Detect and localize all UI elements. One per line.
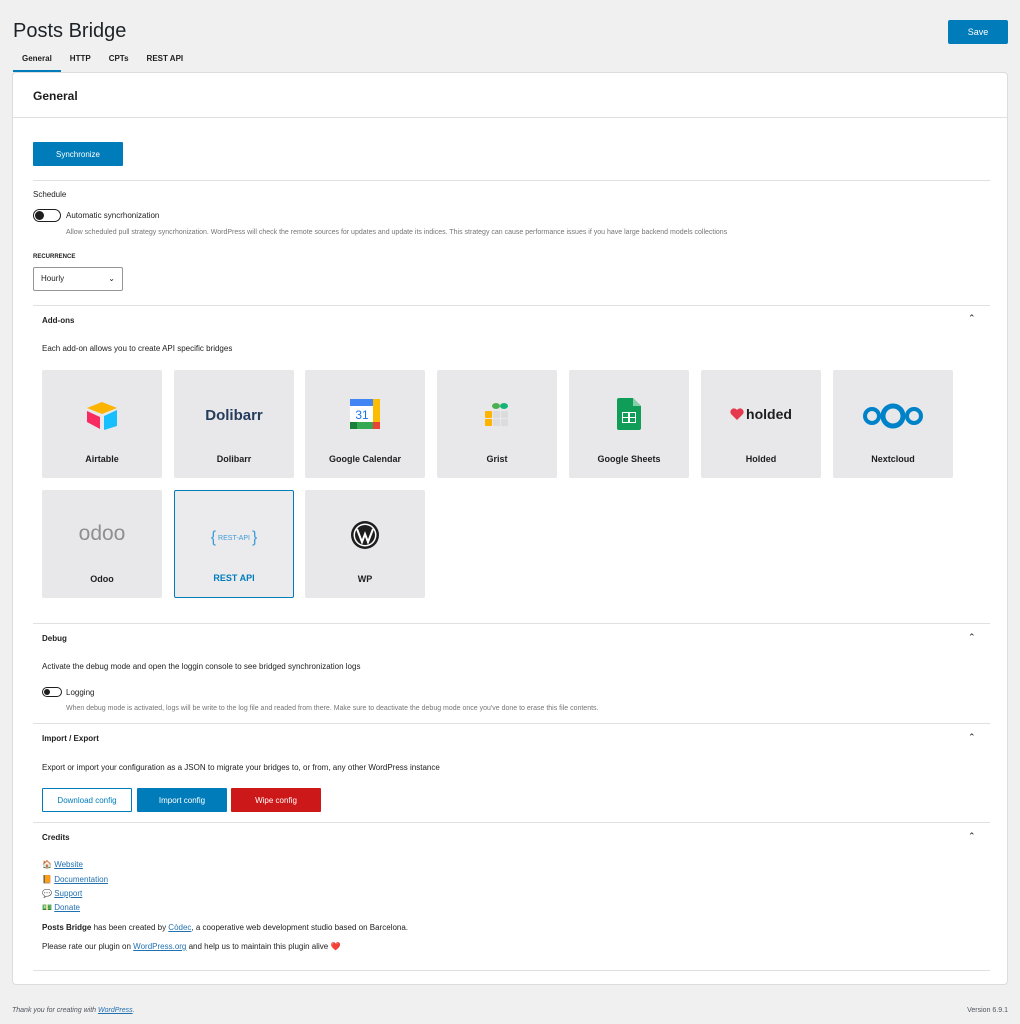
credits-link-support[interactable]: 💬 Support: [42, 889, 82, 898]
wordpress-icon: [305, 490, 425, 554]
addon-card-rest-api[interactable]: { REST-API } REST API: [174, 490, 294, 598]
recurrence-label: RECURRENCE: [33, 254, 76, 260]
toggle-knob: [35, 211, 44, 220]
schedule-heading: Schedule: [33, 190, 67, 199]
home-icon: 🏠: [42, 860, 52, 869]
addons-description: Each add-on allows you to create API spe…: [42, 344, 233, 353]
debug-description: Activate the debug mode and open the log…: [42, 662, 361, 671]
addon-label: Airtable: [85, 454, 119, 464]
tab-rest-api[interactable]: REST API: [138, 48, 193, 72]
addon-card-nextcloud[interactable]: Nextcloud: [833, 370, 953, 478]
toggle-knob: [44, 689, 50, 695]
dolibarr-logo: Dolibarr: [205, 407, 263, 424]
addon-label: Nextcloud: [871, 454, 915, 464]
chevron-up-icon[interactable]: ⌃: [968, 632, 976, 643]
logging-label: Logging: [66, 688, 95, 697]
grist-icon: [437, 370, 557, 434]
logging-toggle[interactable]: [42, 687, 62, 697]
addon-label: REST API: [213, 573, 255, 583]
auto-sync-help: Allow scheduled pull strategy syncrhoniz…: [66, 229, 728, 236]
chevron-down-icon: ⌄: [108, 274, 115, 283]
brace-icon: }: [251, 529, 258, 546]
chevron-up-icon[interactable]: ⌃: [968, 732, 976, 743]
page-title: Posts Bridge: [13, 20, 127, 42]
holded-logo: holded: [701, 370, 821, 434]
wordpress-org-link[interactable]: WordPress.org: [133, 942, 186, 951]
nextcloud-icon: [833, 370, 953, 434]
brace-icon: {: [210, 529, 217, 546]
divider: [33, 305, 990, 306]
addon-label: Grist: [486, 454, 508, 464]
settings-panel: General Synchronize Schedule Automatic s…: [12, 72, 1008, 985]
footer-thanks: Thank you for creating with WordPress.: [12, 1007, 135, 1014]
google-sheets-icon: [569, 370, 689, 434]
odoo-logo: odoo: [78, 522, 126, 545]
footer-version: Version 6.9.1: [967, 1007, 1008, 1014]
wordpress-link[interactable]: WordPress: [98, 1007, 133, 1014]
divider: [33, 180, 990, 181]
addon-card-dolibarr[interactable]: Dolibarr Dolibarr: [174, 370, 294, 478]
logging-help: When debug mode is activated, logs will …: [66, 705, 599, 712]
addons-title: Add-ons: [42, 316, 75, 325]
tab-http[interactable]: HTTP: [61, 48, 100, 72]
addon-label: Google Sheets: [597, 454, 661, 464]
credits-link-website[interactable]: 🏠 Website: [42, 860, 83, 869]
debug-title: Debug: [42, 634, 67, 643]
tab-general[interactable]: General: [13, 48, 61, 72]
download-config-button[interactable]: Download config: [42, 788, 132, 812]
addon-label: WP: [357, 574, 373, 584]
import-config-button[interactable]: Import config: [137, 788, 227, 812]
credits-link-donate[interactable]: 💵 Donate: [42, 903, 80, 912]
wipe-config-button[interactable]: Wipe config: [231, 788, 321, 812]
divider: [33, 822, 990, 823]
recurrence-select[interactable]: Hourly ⌄: [33, 267, 123, 291]
chevron-up-icon[interactable]: ⌃: [968, 831, 976, 842]
addon-label: Odoo: [90, 574, 114, 584]
divider: [33, 723, 990, 724]
credits-title: Credits: [42, 833, 70, 842]
money-icon: 💵: [42, 903, 52, 912]
rest-api-logo: { REST-API }: [210, 529, 258, 546]
addon-card-grist[interactable]: Grist: [437, 370, 557, 478]
airtable-icon: [42, 370, 162, 434]
synchronize-button[interactable]: Synchronize: [33, 142, 123, 166]
divider: [33, 623, 990, 624]
created-by-text: Posts Bridge has been created by Còdec, …: [42, 923, 409, 932]
google-calendar-icon: 31: [305, 370, 425, 434]
credits-link-documentation[interactable]: 📙 Documentation: [42, 875, 108, 884]
addon-card-odoo[interactable]: odoo Odoo: [42, 490, 162, 598]
tab-bar: General HTTP CPTs REST API: [13, 48, 192, 72]
speech-bubble-icon: 💬: [42, 889, 52, 898]
addon-card-google-sheets[interactable]: Google Sheets: [569, 370, 689, 478]
panel-title: General: [13, 73, 1007, 118]
auto-sync-toggle[interactable]: [33, 209, 61, 222]
addon-label: Google Calendar: [328, 454, 401, 464]
recurrence-value: Hourly: [41, 274, 65, 283]
divider: [33, 970, 990, 971]
svg-text:31: 31: [355, 408, 369, 422]
chevron-up-icon[interactable]: ⌃: [968, 313, 976, 324]
addon-label: Holded: [745, 454, 777, 464]
addon-card-holded[interactable]: holded Holded: [701, 370, 821, 478]
addon-label: Dolibarr: [216, 454, 252, 464]
rate-text: Please rate our plugin on WordPress.org …: [42, 942, 341, 951]
addon-card-wp[interactable]: WP: [305, 490, 425, 598]
import-export-title: Import / Export: [42, 734, 99, 743]
addon-card-airtable[interactable]: Airtable: [42, 370, 162, 478]
addon-card-google-calendar[interactable]: 31 Google Calendar: [305, 370, 425, 478]
auto-sync-label: Automatic syncrhonization: [66, 211, 160, 220]
import-export-description: Export or import your configuration as a…: [42, 763, 440, 772]
codec-link[interactable]: Còdec: [168, 923, 191, 932]
book-icon: 📙: [42, 875, 52, 884]
tab-cpts[interactable]: CPTs: [100, 48, 138, 72]
save-button[interactable]: Save: [948, 20, 1008, 44]
heart-icon: [730, 408, 744, 420]
